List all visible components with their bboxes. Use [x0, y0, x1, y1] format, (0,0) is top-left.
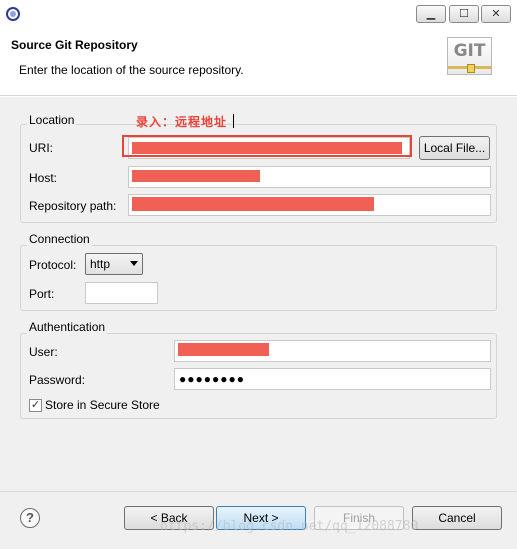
text-cursor: [233, 114, 234, 128]
password-mask: ●●●●●●●●: [179, 372, 245, 386]
close-button[interactable]: ✕: [481, 5, 511, 23]
chevron-down-icon: [130, 261, 138, 266]
location-legend: Location: [27, 113, 77, 127]
password-input[interactable]: ●●●●●●●●: [174, 368, 491, 390]
repository-path-redaction: [132, 197, 374, 211]
maximize-button[interactable]: ☐: [449, 5, 479, 23]
store-secure-checkbox[interactable]: ✓: [29, 399, 42, 412]
connection-legend: Connection: [27, 232, 92, 246]
protocol-select[interactable]: http: [85, 253, 143, 275]
help-icon[interactable]: ?: [20, 508, 40, 528]
password-label: Password:: [29, 373, 86, 387]
git-logo-knob: [467, 64, 475, 73]
cancel-button[interactable]: Cancel: [412, 506, 502, 530]
git-logo-icon: GIT: [447, 37, 492, 75]
protocol-label: Protocol:: [29, 258, 77, 272]
page-title: Source Git Repository: [11, 38, 138, 52]
uri-annotation-box: [122, 135, 412, 157]
authentication-legend: Authentication: [27, 320, 108, 334]
port-input[interactable]: [85, 282, 158, 304]
host-label: Host:: [29, 171, 58, 185]
repository-path-label: Repository path:: [29, 199, 117, 213]
page-description: Enter the location of the source reposit…: [19, 63, 244, 77]
wizard-header: Source Git Repository Enter the location…: [0, 28, 517, 96]
store-secure-label: Store in Secure Store: [45, 398, 160, 412]
local-file-button[interactable]: Local File...: [419, 136, 490, 160]
minimize-button[interactable]: ▁: [416, 5, 446, 23]
watermark-text: https://blog.csdn.net/qq_12088780: [160, 519, 419, 534]
uri-label: URI:: [29, 141, 53, 155]
title-bar: ▁ ☐ ✕: [0, 0, 517, 28]
annotation-label: 录入：远程地址: [136, 115, 228, 129]
port-label: Port:: [29, 287, 55, 301]
protocol-value: http: [90, 257, 111, 271]
eclipse-app-icon: [6, 7, 20, 21]
git-logo-text: GIT: [453, 41, 486, 61]
wizard-content: Location 录入：远程地址 URI: Local File... Host…: [0, 97, 517, 491]
host-redaction: [132, 170, 260, 182]
user-label: User:: [29, 345, 58, 359]
user-redaction: [178, 343, 269, 356]
